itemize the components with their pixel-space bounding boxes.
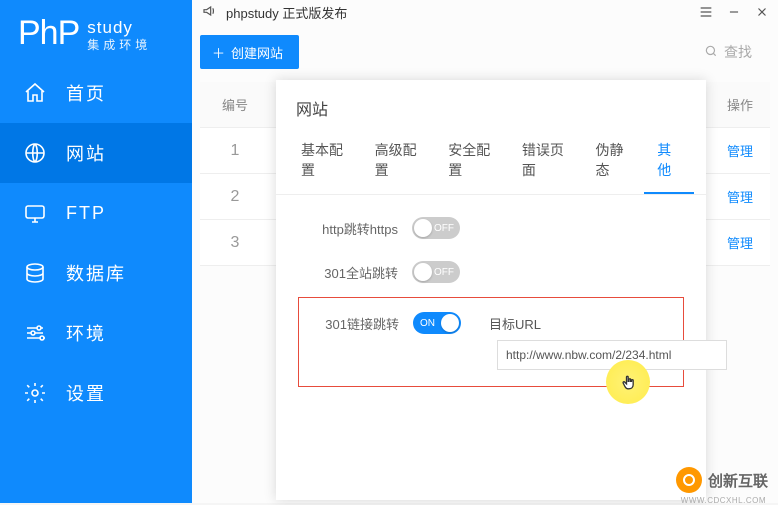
tab-other[interactable]: 其他 xyxy=(644,130,694,194)
nav-database-label: 数据库 xyxy=(66,260,126,286)
nav-ftp[interactable]: FTP xyxy=(0,183,192,243)
nav-home-label: 首页 xyxy=(66,80,106,106)
close-button[interactable] xyxy=(754,4,770,20)
watermark-text: 创新互联 xyxy=(708,470,768,491)
search-icon xyxy=(704,44,718,61)
announcement-icon xyxy=(202,3,218,22)
nav-home[interactable]: 首页 xyxy=(0,63,192,123)
manage-link[interactable]: 管理 xyxy=(727,236,753,251)
announcement-text: phpstudy 正式版发布 xyxy=(226,3,347,22)
row-num: 2 xyxy=(200,188,270,206)
target-url-input[interactable] xyxy=(497,340,727,370)
minimize-button[interactable] xyxy=(726,4,742,20)
label-301-site: 301全站跳转 xyxy=(298,263,398,282)
nav-website-label: 网站 xyxy=(66,140,106,166)
row-num: 1 xyxy=(200,142,270,160)
dialog-title: 网站 xyxy=(276,80,706,130)
toolbar: ＋ 创建网站 查找 xyxy=(200,28,770,76)
nav-website[interactable]: 网站 xyxy=(0,123,192,183)
nav-settings[interactable]: 设置 xyxy=(0,363,192,423)
home-icon xyxy=(22,80,48,106)
toggle-http-https[interactable]: OFF xyxy=(412,217,460,239)
logo-main: PhP xyxy=(18,14,79,53)
row-http-https: http跳转https OFF xyxy=(298,217,684,239)
row-num: 3 xyxy=(200,234,270,252)
search-placeholder: 查找 xyxy=(724,42,752,62)
site-dialog: 网站 基本配置 高级配置 安全配置 错误页面 伪静态 其他 http跳转http… xyxy=(276,80,706,500)
gear-icon xyxy=(22,380,48,406)
dialog-tabs: 基本配置 高级配置 安全配置 错误页面 伪静态 其他 xyxy=(276,130,706,195)
database-icon xyxy=(22,260,48,286)
toggle-301-site[interactable]: OFF xyxy=(412,261,460,283)
monitor-icon xyxy=(22,200,48,226)
col-op: 操作 xyxy=(710,95,770,114)
tab-pseudo[interactable]: 伪静态 xyxy=(583,130,645,194)
label-301-link: 301链接跳转 xyxy=(311,314,399,333)
nav-environment-label: 环境 xyxy=(66,320,106,346)
toggle-301-link[interactable]: ON xyxy=(413,312,461,334)
globe-icon xyxy=(22,140,48,166)
watermark-url: WWW.CDCXHL.COM xyxy=(681,496,766,505)
row-301-site: 301全站跳转 OFF xyxy=(298,261,684,283)
label-http-https: http跳转https xyxy=(298,219,398,238)
watermark-badge-icon xyxy=(676,467,702,493)
logo-sub1: study xyxy=(87,18,151,38)
dialog-body: http跳转https OFF 301全站跳转 OFF 301链接跳转 ON 目… xyxy=(276,195,706,409)
plus-icon: ＋ xyxy=(212,43,225,62)
col-num: 编号 xyxy=(200,95,270,114)
watermark: 创新互联 xyxy=(676,467,768,493)
target-url-label: 目标URL xyxy=(489,314,541,333)
manage-link[interactable]: 管理 xyxy=(727,144,753,159)
tab-basic[interactable]: 基本配置 xyxy=(288,130,362,194)
nav-settings-label: 设置 xyxy=(66,380,106,406)
sliders-icon xyxy=(22,320,48,346)
logo: PhP study 集成环境 xyxy=(0,0,192,63)
tab-security[interactable]: 安全配置 xyxy=(435,130,509,194)
nav-database[interactable]: 数据库 xyxy=(0,243,192,303)
tab-advanced[interactable]: 高级配置 xyxy=(362,130,436,194)
search-box[interactable]: 查找 xyxy=(704,42,770,62)
nav-environment[interactable]: 环境 xyxy=(0,303,192,363)
tab-error[interactable]: 错误页面 xyxy=(509,130,583,194)
titlebar: phpstudy 正式版发布 xyxy=(192,0,778,22)
create-site-button[interactable]: ＋ 创建网站 xyxy=(200,35,299,69)
sidebar: PhP study 集成环境 首页 网站 FTP 数据库 环境 xyxy=(0,0,192,503)
highlight-301-link: 301链接跳转 ON 目标URL xyxy=(298,297,684,387)
manage-link[interactable]: 管理 xyxy=(727,190,753,205)
menu-icon[interactable] xyxy=(698,4,714,20)
create-site-label: 创建网站 xyxy=(231,43,283,62)
logo-sub2: 集成环境 xyxy=(87,38,151,52)
nav-ftp-label: FTP xyxy=(66,203,106,224)
row-301-link: 301链接跳转 ON 目标URL xyxy=(311,312,671,334)
